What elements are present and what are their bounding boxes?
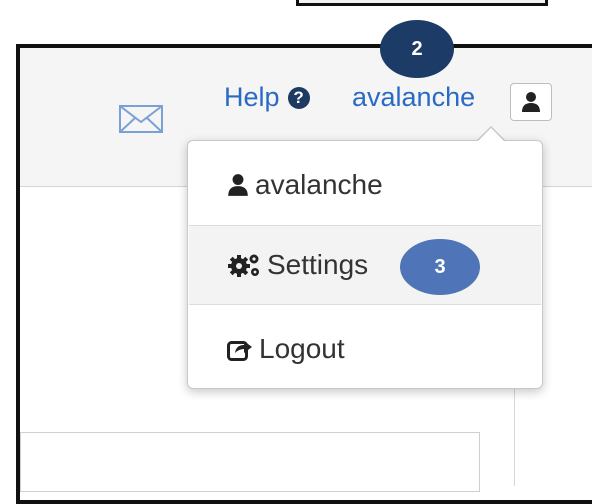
user-icon [227, 173, 249, 197]
help-link[interactable]: Help ? [224, 82, 310, 113]
mail-icon[interactable] [118, 104, 164, 134]
cogs-icon [227, 252, 261, 278]
menu-item-label: Logout [259, 333, 345, 364]
content-panel [20, 432, 480, 492]
question-icon: ? [287, 86, 310, 109]
callout-badge-2: 2 [380, 20, 454, 78]
background-window-edge [296, 0, 548, 6]
menu-item-label: Settings [267, 249, 369, 280]
user-icon [522, 92, 540, 112]
share-icon [227, 337, 253, 361]
callout-badge-3: 3 [400, 239, 480, 295]
username-link[interactable]: avalanche [352, 82, 475, 113]
help-label: Help [224, 82, 280, 112]
menu-caret-fill [477, 128, 505, 142]
user-dropdown-menu: avalanche Settings Logout [187, 140, 543, 389]
menu-item-profile[interactable]: avalanche [189, 145, 541, 225]
user-menu-button[interactable] [510, 83, 552, 121]
menu-item-settings[interactable]: Settings [189, 225, 541, 305]
menu-item-label: avalanche [255, 169, 383, 200]
menu-item-logout[interactable]: Logout [189, 309, 541, 389]
